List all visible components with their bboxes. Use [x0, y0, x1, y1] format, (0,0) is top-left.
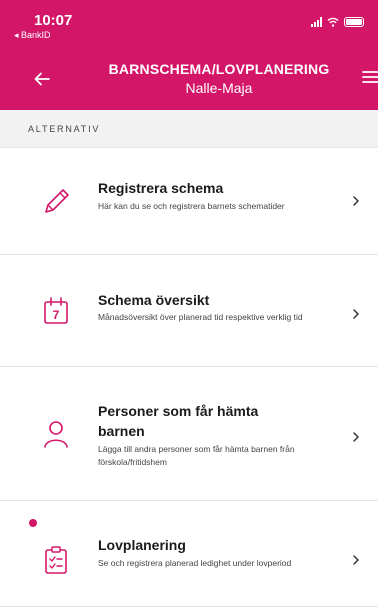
back-to-app-link[interactable]: ◂ BankID — [14, 30, 51, 41]
person-icon — [44, 421, 68, 448]
clipboard-icon — [45, 546, 67, 574]
section-header: ALTERNATIV — [0, 110, 378, 148]
calendar-icon: 7 — [44, 297, 68, 324]
item-title: Personer som får hämta barnen — [98, 403, 259, 439]
item-description: Lägga till andra personer som får hämta … — [98, 444, 295, 467]
item-description: Månadsöversikt över planerad tid respekt… — [98, 312, 303, 322]
status-time: 10:07 — [34, 12, 73, 29]
pencil-icon — [45, 189, 69, 213]
chevron-right-icon — [353, 309, 359, 319]
chevron-right-icon — [353, 555, 359, 565]
menu-icon[interactable] — [362, 70, 378, 84]
menu-item-lovplanering[interactable]: Lovplanering Se och registrera planerad … — [0, 501, 378, 607]
chevron-right-icon — [353, 432, 359, 442]
item-title: Lovplanering — [98, 537, 186, 553]
wifi-icon — [327, 17, 339, 27]
menu-item-schema-oversikt[interactable]: 7 Schema översikt Månadsöversikt över pl… — [0, 255, 378, 367]
item-title: Registrera schema — [98, 180, 224, 196]
page-title: BARNSCHEMA/LOVPLANERING — [108, 61, 330, 77]
back-arrow-icon[interactable] — [34, 72, 50, 86]
unread-dot — [29, 519, 37, 527]
signal-icon — [311, 17, 322, 27]
item-title: Schema översikt — [98, 292, 210, 308]
child-name: Nalle-Maja — [185, 80, 253, 96]
calendar-day: 7 — [53, 308, 60, 322]
menu-item-registrera-schema[interactable]: Registrera schema Här kan du se och regi… — [0, 148, 378, 255]
chevron-right-icon — [353, 196, 359, 206]
section-label: ALTERNATIV — [28, 124, 101, 134]
status-icons — [311, 17, 364, 27]
item-description: Se och registrera planerad ledighet unde… — [98, 558, 292, 568]
app-header: 10:07 ◂ BankID BARNSCHEMA/LOVPLANERING N… — [0, 0, 378, 110]
item-description: Här kan du se och registrera barnets sch… — [98, 201, 285, 211]
menu-item-personer-som-far-hamta[interactable]: Personer som får hämta barnen Lägga till… — [0, 367, 378, 501]
battery-icon — [344, 17, 364, 27]
